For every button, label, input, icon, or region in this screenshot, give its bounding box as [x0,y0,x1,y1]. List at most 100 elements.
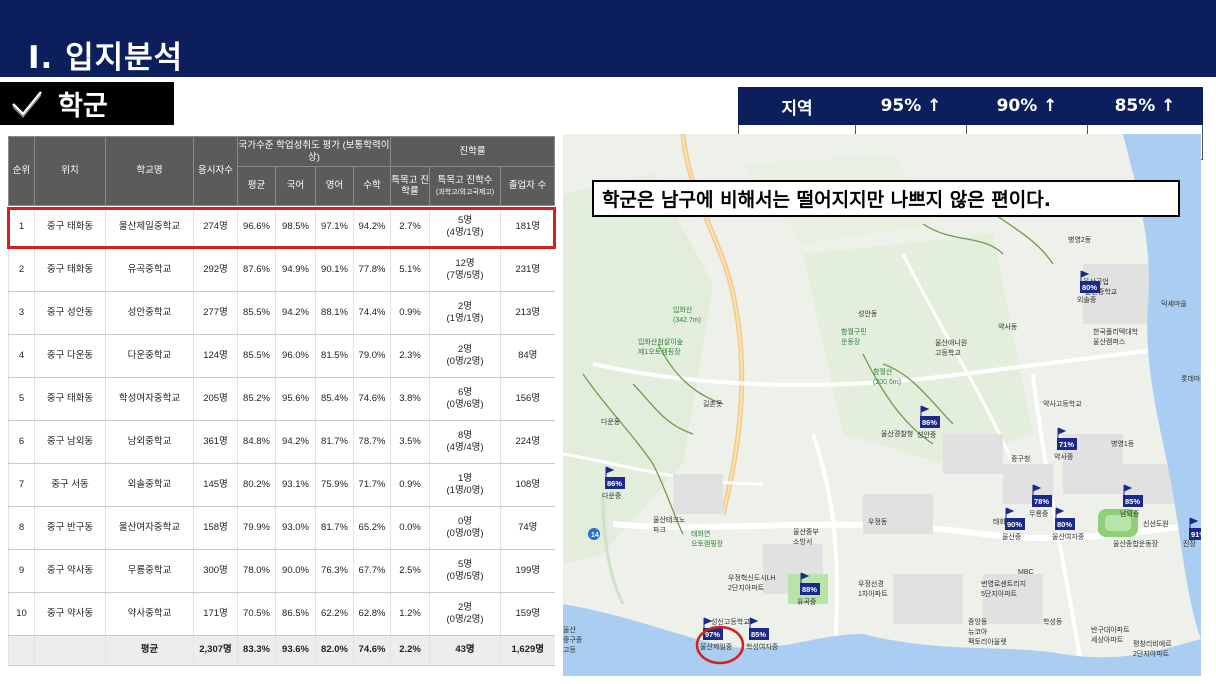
header-rank: 순위 [8,136,35,206]
cell-avg: 96.6% [237,205,276,249]
cell-eng: 90.1% [315,248,354,292]
cell-grads: 231명 [500,248,555,292]
cell-cnt: 2명 (0명/2명) [429,592,501,636]
map-place-label: 덕세마을 [1161,299,1187,308]
cell-eng: 81.7% [315,420,354,464]
cell-takers: 171명 [193,592,238,636]
map-place-label: 뉴코아 [968,627,988,636]
cell-school: 남외중학교 [105,420,194,464]
cell-school: 성안중학교 [105,291,194,335]
footer-special-count: 43명 [429,635,501,666]
cell-rank: 7 [8,463,35,507]
route-shield-label: 14 [591,532,599,539]
checkmark-icon [12,90,42,118]
map-place-label: 평창리비에르 [1133,639,1172,648]
map-place-label: 길촌못 [703,399,723,408]
cell-eng: 88.1% [315,291,354,335]
school-marker-name: 울산중 [1002,532,1022,541]
cell-avg: 84.8% [237,420,276,464]
cell-special-count: 0명 [458,515,473,527]
cell-avg: 80.2% [237,463,276,507]
cell-loc: 중구 태화동 [34,377,106,421]
cell-rate: 2.5% [390,549,430,593]
cell-kor: 93.0% [275,506,316,550]
cell-special-count-sub: (1명/1명) [446,313,484,324]
footer-graduates: 1,629명 [500,635,555,666]
map-place-label: 롯데마트 [1181,374,1201,383]
cell-cnt: 2명 (1명/1명) [429,291,501,335]
header-english: 영어 [315,166,354,206]
header-location: 위치 [34,136,106,206]
cell-kor: 90.0% [275,549,316,593]
cell-special-count: 12명 [455,257,475,269]
school-marker-percent: 71% [1059,440,1074,449]
cell-math: 71.7% [352,463,391,507]
cell-kor: 93.1% [275,463,316,507]
cell-rate: 2.3% [390,334,430,378]
header-special-rate: 특목고 진학률 [390,166,431,206]
map-place-label: 오토캠핑장 [691,539,724,548]
school-marker-percent: 86% [922,418,937,427]
summary-header-90: 90% ↑ [966,87,1088,125]
map-place-label: 반구대아파트 [1091,625,1130,634]
header-progress-group: 진학률 [390,136,556,167]
cell-cnt: 2명 (0명/2명) [429,334,501,378]
map-place-label: 한국폴리텍대학 [1093,327,1139,336]
cell-cnt: 0명 (0명/0명) [429,506,501,550]
cell-math: 62.8% [352,592,391,636]
map-place-label: 울산경찰청 [881,429,913,438]
cell-cnt: 6명 (0명/6명) [429,377,501,421]
cell-loc: 중구 약사동 [34,549,106,593]
school-marker-name: 약사중 [1054,452,1074,461]
table-row: 9 중구 약사동 무룡중학교 300명 78.0% 90.0% 76.3% 67.7% 2.5%… [8,549,555,593]
header-school: 학교명 [105,136,194,206]
cell-rank: 4 [8,334,35,378]
header-special-count-sub: (과학고/외고국제고) [435,189,495,196]
cell-rank: 3 [8,291,35,335]
cell-grads: 213명 [500,291,555,335]
table-row: 10 중구 약사동 약사중학교 171명 70.5% 86.5% 62.2% 62.8% 1.2… [8,592,555,636]
header-special-count-label: 특목고 진학수 [437,174,493,186]
cell-rate: 2.7% [390,205,430,249]
cell-special-count-sub: (0명/5명) [446,571,484,582]
school-marker-percent: 86% [607,479,622,488]
cell-special-count: 8명 [458,429,473,441]
slide-title: Ⅰ. 입지분석 [28,40,184,76]
cell-math: 65.2% [352,506,391,550]
map-place-label: 울산중부 [793,527,819,536]
school-marker-name: 유곡중 [797,598,817,606]
map-place-label: 학성동 [1043,617,1063,626]
cell-special-count: 1명 [458,472,473,484]
map-place-label: 소방서 [793,537,812,546]
cell-special-count-sub: (0명/6명) [446,399,484,410]
map-place-label: 고등학교 [935,348,961,357]
cell-takers: 158명 [193,506,238,550]
table-row: 2 중구 태화동 유곡중학교 292명 87.6% 94.9% 90.1% 77.8% 5.1%… [8,248,555,292]
cell-avg: 78.0% [237,549,276,593]
school-marker-percent: 80% [1082,283,1097,292]
cell-rate: 0.0% [390,506,430,550]
summary-header-95: 95% ↑ [855,87,967,125]
map-place-label: (200.6m) [873,379,901,386]
cell-eng: 97.1% [315,205,354,249]
map-place-label: 파크 [653,525,666,534]
cell-avg: 70.5% [237,592,276,636]
cell-grads: 74명 [500,506,555,550]
header-korean: 국어 [275,166,316,206]
cell-rate: 3.5% [390,420,430,464]
school-marker-name: 학성여자중 [746,642,779,651]
map-place-label: 중구청 [1011,455,1030,463]
cell-eng: 62.2% [315,592,354,636]
footer-label: 평균 [105,635,194,666]
cell-school: 울산여자중학교 [105,506,194,550]
school-marker-name: 무룡중 [1029,510,1049,518]
map-place-label: 울산테크노 [653,515,686,524]
cell-grads: 108명 [500,463,555,507]
map-place-label: 번영로센트리지 [981,579,1026,588]
table-row: 3 중구 성안동 성안중학교 277명 85.5% 94.2% 88.1% 74.4% 0.9%… [8,291,555,335]
footer-special-rate: 2.2% [390,635,430,666]
cell-school: 울산제일중학교 [105,205,194,249]
footer-math: 74.6% [352,635,391,666]
school-marker-percent: 88% [802,585,817,594]
cell-eng: 81.7% [315,506,354,550]
